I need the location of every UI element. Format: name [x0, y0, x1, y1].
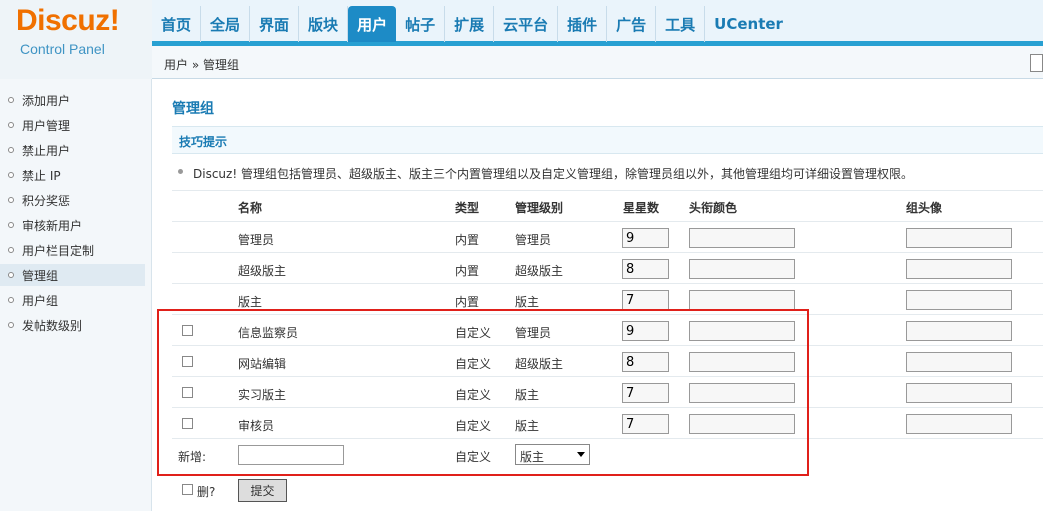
delete-checkbox[interactable]: [182, 484, 193, 495]
sidebar-item-1[interactable]: 用户管理: [0, 114, 145, 136]
sidebar-item-label: 用户管理: [22, 118, 71, 133]
logo-subtitle: Control Panel: [20, 41, 105, 57]
sidebar-item-label: 审核新用户: [22, 218, 83, 233]
title-color-input[interactable]: [689, 228, 795, 248]
bullet-icon: [8, 222, 14, 228]
sidebar-item-5[interactable]: 审核新用户: [0, 214, 145, 236]
group-avatar-input[interactable]: [906, 414, 1012, 434]
header: Discuz! Control Panel 首页 全局 界面 版块 用户 帖子 扩展 云平台插…: [0, 0, 1043, 79]
group-avatar-input[interactable]: [906, 290, 1012, 310]
nav-item-8[interactable]: 插件: [558, 6, 608, 42]
title-color-input[interactable]: [689, 259, 795, 279]
group-avatar-input[interactable]: [906, 383, 1012, 403]
row-divider: [172, 221, 1043, 222]
nav-item-10[interactable]: 工具: [656, 6, 706, 42]
sidebar-item-4[interactable]: 积分奖惩: [0, 189, 145, 211]
col-header-name: 名称: [238, 201, 263, 215]
nav-item-7[interactable]: 云平台: [494, 6, 559, 42]
group-level: 版主: [515, 295, 540, 309]
sidebar-item-label: 积分奖惩: [22, 193, 71, 208]
nav-item-4[interactable]: 用户: [348, 6, 397, 42]
title-color-input[interactable]: [689, 290, 795, 310]
highlight-box: [157, 309, 809, 476]
sidebar-item-2[interactable]: 禁止用户: [0, 139, 145, 161]
sidebar: 添加用户用户管理禁止用户禁止 IP 积分奖惩审核新用户用户栏目定制 管理组用户组发帖…: [0, 79, 152, 511]
row-divider: [172, 190, 1043, 191]
sidebar-item-3[interactable]: 禁止 IP: [0, 164, 145, 186]
sidebar-item-label: 发帖数级别: [22, 318, 83, 333]
bullet-icon: [8, 247, 14, 253]
group-avatar-input[interactable]: [906, 259, 1012, 279]
sidebar-item-label: 用户栏目定制: [22, 243, 95, 258]
delete-label: 删?: [197, 485, 216, 499]
sidebar-item-9[interactable]: 发帖数级别: [0, 314, 145, 336]
nav-item-0[interactable]: 首页: [152, 6, 202, 42]
sidebar-item-label: 添加用户: [22, 93, 71, 108]
group-avatar-input[interactable]: [906, 228, 1012, 248]
top-navigation: 首页 全局 界面 版块 用户 帖子 扩展 云平台 插件 广告 工具 UCenter: [152, 6, 792, 43]
tips-header: 技巧提示: [172, 126, 1043, 154]
row-divider: [172, 252, 1043, 253]
sidebar-item-label: 禁止 IP: [22, 168, 61, 183]
logo[interactable]: Discuz! Control Panel: [0, 0, 152, 79]
nav-item-5[interactable]: 帖子: [396, 6, 446, 42]
nav-item-11[interactable]: UCenter: [705, 6, 792, 42]
group-type: 内置: [455, 295, 480, 309]
group-name: 超级版主: [238, 264, 287, 278]
breadcrumb-checkbox[interactable]: [1030, 54, 1043, 72]
breadcrumb: 用户 » 管理组: [164, 58, 239, 72]
sidebar-item-7[interactable]: 管理组: [0, 264, 145, 286]
bullet-icon: [8, 197, 14, 203]
sidebar-item-label: 禁止用户: [22, 143, 71, 158]
tips-text: Discuz! 管理组包括管理员、超级版主、版主三个内置管理组以及自定义管理组，…: [193, 167, 913, 181]
stars-input[interactable]: 7: [622, 290, 669, 310]
nav-item-1[interactable]: 全局: [201, 6, 251, 42]
stars-input[interactable]: 9: [622, 228, 669, 248]
nav-item-9[interactable]: 广告: [607, 6, 657, 42]
bullet-icon: [8, 272, 14, 278]
group-type: 内置: [455, 264, 480, 278]
group-name: 版主: [238, 295, 263, 309]
row-divider: [172, 283, 1043, 284]
nav-item-6[interactable]: 扩展: [445, 6, 495, 42]
nav-item-3[interactable]: 版块: [299, 6, 349, 42]
bullet-icon: [8, 172, 14, 178]
bullet-icon: [8, 147, 14, 153]
sidebar-item-6[interactable]: 用户栏目定制: [0, 239, 145, 261]
tip-bullet-icon: [178, 169, 183, 174]
bullet-icon: [8, 297, 14, 303]
col-header-type: 类型: [455, 201, 480, 215]
bullet-icon: [8, 322, 14, 328]
col-header-color: 头衔颜色: [689, 201, 738, 215]
sidebar-item-8[interactable]: 用户组: [0, 289, 145, 311]
logo-brand: Discuz!: [16, 4, 120, 37]
group-level: 管理员: [515, 233, 552, 247]
group-type: 内置: [455, 233, 480, 247]
col-header-stars: 星星数: [623, 201, 660, 215]
submit-button[interactable]: 提交: [238, 479, 287, 502]
nav-item-2[interactable]: 界面: [250, 6, 300, 42]
bullet-icon: [8, 97, 14, 103]
group-avatar-input[interactable]: [906, 321, 1012, 341]
sidebar-item-label: 管理组: [22, 268, 59, 283]
group-name: 管理员: [238, 233, 275, 247]
group-level: 超级版主: [515, 264, 564, 278]
stars-input[interactable]: 8: [622, 259, 669, 279]
breadcrumb-bar: 用户 » 管理组: [152, 46, 1043, 79]
sidebar-item-label: 用户组: [22, 293, 59, 308]
group-avatar-input[interactable]: [906, 352, 1012, 372]
col-header-avatar: 组头像: [906, 201, 943, 215]
page-title: 管理组: [172, 101, 214, 117]
bullet-icon: [8, 122, 14, 128]
col-header-level: 管理级别: [515, 201, 564, 215]
tips-title: 技巧提示: [179, 135, 228, 149]
sidebar-item-0[interactable]: 添加用户: [0, 89, 145, 111]
